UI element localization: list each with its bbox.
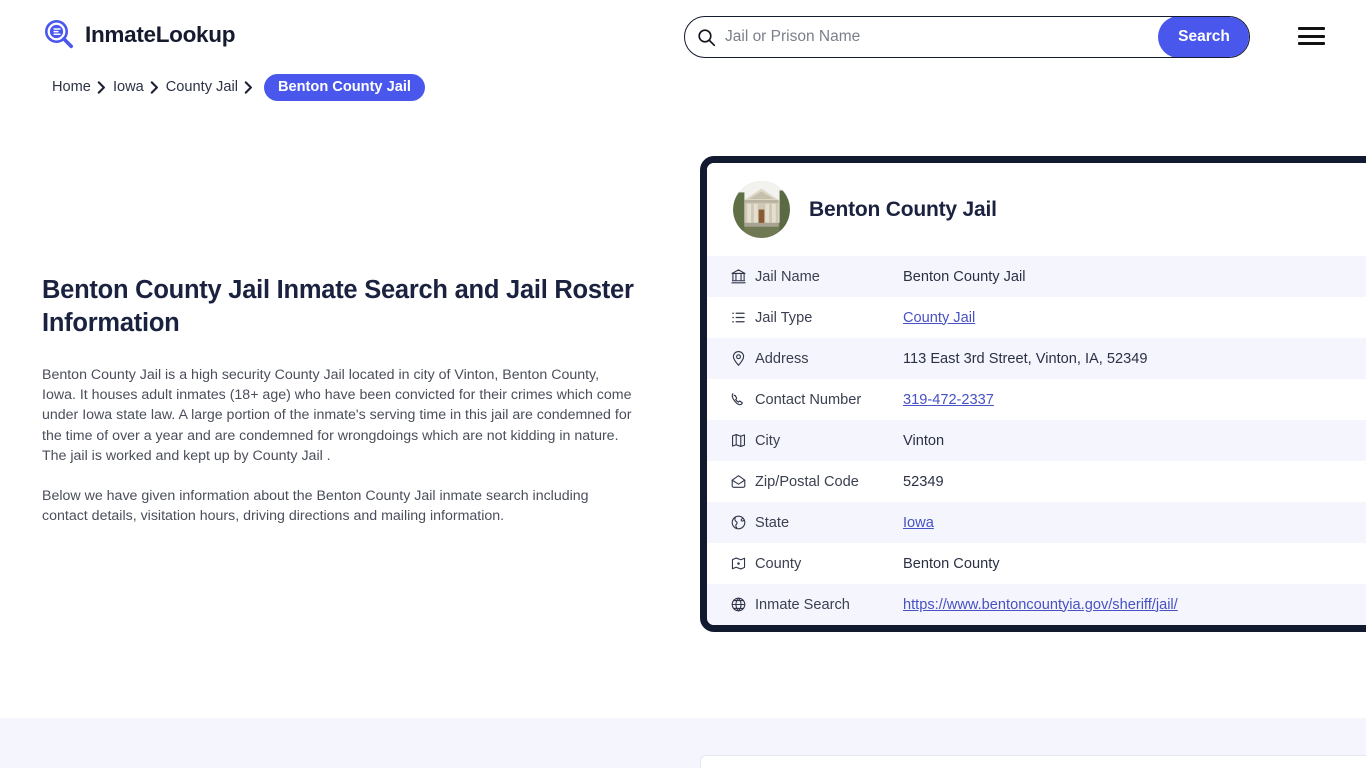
search-input[interactable] xyxy=(721,17,1158,57)
phone-icon xyxy=(707,379,755,420)
chevron-right-icon xyxy=(238,79,260,95)
row-label: County xyxy=(755,555,802,572)
row-value: 52349 xyxy=(903,473,944,490)
row-label: Contact Number xyxy=(755,391,862,408)
inmate-search-link[interactable]: https://www.bentoncountyia.gov/sheriff/j… xyxy=(903,597,1178,613)
row-label: Inmate Search xyxy=(755,596,850,613)
row-label: Zip/Postal Code xyxy=(755,473,859,490)
table-row: City Vinton xyxy=(707,420,1366,461)
envelope-icon xyxy=(707,461,755,502)
jail-type-link[interactable]: County Jail xyxy=(903,310,975,326)
row-label: State xyxy=(755,514,790,531)
table-row: Jail Type County Jail xyxy=(707,297,1366,338)
breadcrumb-item-county-jail[interactable]: County Jail xyxy=(166,79,238,95)
row-value: Iowa xyxy=(903,502,1366,543)
breadcrumb: Home Iowa County Jail Benton County Jail xyxy=(52,73,425,101)
row-value: Benton County xyxy=(903,555,1000,572)
hamburger-line xyxy=(1298,34,1325,38)
table-row: Contact Number 319-472-2337 xyxy=(707,379,1366,420)
breadcrumb-current-page: Benton County Jail xyxy=(263,73,425,101)
row-value: Vinton xyxy=(903,432,945,449)
row-label: City xyxy=(755,432,781,449)
hamburger-line xyxy=(1298,27,1325,30)
row-label: Address xyxy=(755,350,809,367)
breadcrumb-item-iowa[interactable]: Iowa xyxy=(113,79,144,95)
row-value: 113 East 3rd Street, Vinton, IA, 52349 xyxy=(903,350,1148,367)
magnifier-list-logo-icon xyxy=(42,18,76,52)
map-dot-icon xyxy=(707,543,755,584)
table-row: State Iowa xyxy=(707,502,1366,543)
table-row: Zip/Postal Code 52349 xyxy=(707,461,1366,502)
hamburger-line xyxy=(1298,42,1325,45)
jail-info-card-title: Benton County Jail xyxy=(809,197,997,221)
globe-icon xyxy=(707,502,755,543)
secondary-paragraph: Below we have given information about th… xyxy=(42,488,589,525)
row-value: 319-472-2337 xyxy=(903,379,1366,420)
map-icon xyxy=(707,420,755,461)
table-row: Jail Name Benton County Jail xyxy=(707,256,1366,297)
row-value: https://www.bentoncountyia.gov/sheriff/j… xyxy=(903,584,1366,625)
map-pin-icon xyxy=(707,338,755,379)
contact-number-link[interactable]: 319-472-2337 xyxy=(903,392,994,408)
bank-icon xyxy=(707,256,755,297)
table-row: County Benton County xyxy=(707,543,1366,584)
row-label: Jail Type xyxy=(755,309,813,326)
intro-paragraph: Benton County Jail is a high security Co… xyxy=(42,367,632,464)
chevron-right-icon xyxy=(144,79,166,95)
brand-name: InmateLookup xyxy=(85,22,236,47)
table-row: Inmate Search https://www.bentoncountyia… xyxy=(707,584,1366,625)
chevron-right-icon xyxy=(91,79,113,95)
globe-grid-icon xyxy=(707,584,755,625)
next-card-peek xyxy=(700,755,1366,768)
courthouse-photo-avatar xyxy=(733,181,790,238)
row-value: Benton County Jail xyxy=(903,268,1026,285)
table-row: Address 113 East 3rd Street, Vinton, IA,… xyxy=(707,338,1366,379)
breadcrumb-item-home[interactable]: Home xyxy=(52,79,91,95)
state-link[interactable]: Iowa xyxy=(903,515,934,531)
main-content: Benton County Jail Inmate Search and Jai… xyxy=(42,274,642,526)
search-button[interactable]: Search xyxy=(1158,17,1249,57)
jail-info-card-header: Benton County Jail xyxy=(707,163,1366,256)
search-icon xyxy=(685,17,721,57)
row-value: County Jail xyxy=(903,297,1366,338)
jail-info-table: Jail Name Benton County Jail Jail Type C… xyxy=(707,256,1366,625)
site-header: InmateLookup Search xyxy=(0,0,1366,74)
hamburger-menu-icon[interactable] xyxy=(1298,25,1326,47)
list-icon xyxy=(707,297,755,338)
jail-info-card: Benton County Jail Jail Name Benton Coun… xyxy=(700,156,1366,632)
search-bar: Search xyxy=(684,16,1250,58)
page-title: Benton County Jail Inmate Search and Jai… xyxy=(42,276,634,337)
row-label: Jail Name xyxy=(755,268,820,285)
brand-logo-link[interactable]: InmateLookup xyxy=(42,18,235,52)
